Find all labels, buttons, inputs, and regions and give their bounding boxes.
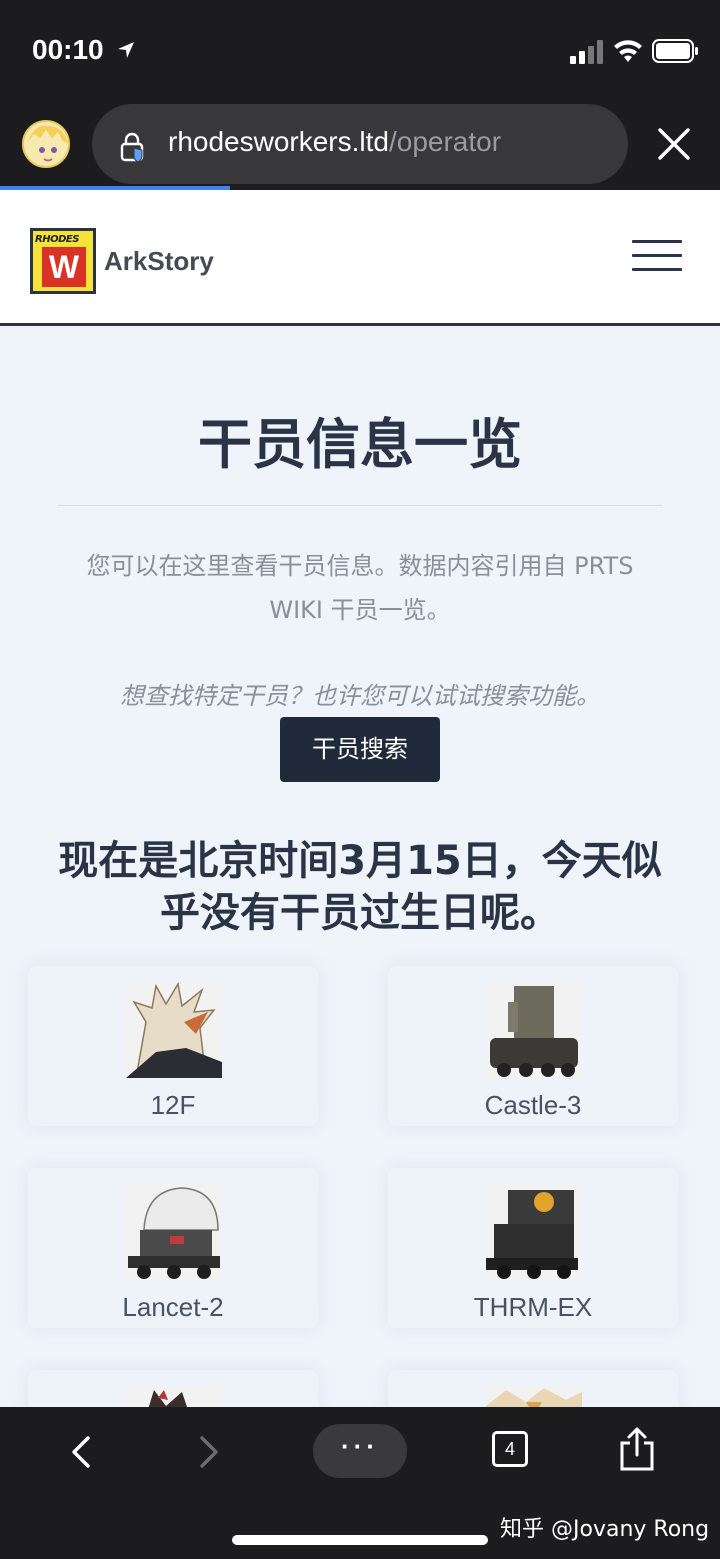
site-logo[interactable]: RHODES W bbox=[30, 228, 96, 294]
avatar-face-icon bbox=[24, 122, 68, 166]
operator-portrait bbox=[486, 1386, 582, 1407]
operator-card[interactable] bbox=[28, 1370, 318, 1407]
title-divider bbox=[58, 505, 662, 506]
back-arrow-icon[interactable] bbox=[68, 1435, 94, 1469]
operator-name: Castle-3 bbox=[484, 1090, 582, 1120]
profile-avatar[interactable] bbox=[22, 120, 70, 168]
secure-lock-icon bbox=[120, 132, 144, 162]
status-bar: 00:10 bbox=[0, 0, 720, 100]
url-path: /operator bbox=[388, 126, 502, 157]
home-indicator bbox=[232, 1535, 488, 1545]
operator-card[interactable]: 12F bbox=[28, 966, 318, 1126]
birthday-notice: 现在是北京时间3月15日，今天似乎没有干员过生日呢。 bbox=[58, 838, 662, 936]
location-arrow-icon bbox=[118, 42, 134, 58]
browser-toolbar: ··· 4 知乎 @Jovany Rong bbox=[0, 1407, 720, 1559]
address-bar[interactable]: rhodesworkers.ltd/operator bbox=[92, 104, 628, 184]
operator-name: THRM-EX bbox=[473, 1292, 593, 1322]
close-icon[interactable] bbox=[656, 126, 692, 162]
site-brand[interactable]: ArkStory bbox=[104, 246, 214, 277]
operator-card[interactable]: Lancet-2 bbox=[28, 1168, 318, 1328]
status-time: 00:10 bbox=[32, 34, 104, 65]
watermark-text: 知乎 @Jovany Rong bbox=[500, 1517, 710, 1542]
operator-card[interactable]: Castle-3 bbox=[388, 966, 678, 1126]
web-page-viewport[interactable]: RHODES W ArkStory 干员信息一览 您可以在这里查看干员信息。数据… bbox=[0, 190, 720, 1407]
operator-card[interactable] bbox=[388, 1370, 678, 1407]
browser-url-row: rhodesworkers.ltd/operator bbox=[0, 100, 720, 188]
tab-count-button[interactable]: 4 bbox=[492, 1431, 528, 1467]
operator-portrait bbox=[126, 1386, 222, 1407]
operator-search-button[interactable]: 干员搜索 bbox=[280, 717, 440, 782]
operator-name: Lancet-2 bbox=[122, 1292, 224, 1322]
logo-small-text: RHODES bbox=[35, 234, 79, 245]
url-text: rhodesworkers.ltd/operator bbox=[168, 126, 501, 158]
search-hint: 想查找特定干员？也许您可以试试搜索功能。 bbox=[120, 682, 600, 710]
operator-card[interactable]: THRM-EX bbox=[388, 1168, 678, 1328]
forward-arrow-icon[interactable] bbox=[196, 1435, 222, 1469]
logo-letter: W bbox=[42, 247, 86, 287]
battery-icon bbox=[652, 39, 698, 63]
operator-name: 12F bbox=[150, 1090, 196, 1120]
more-options-button[interactable]: ··· bbox=[313, 1424, 407, 1478]
wifi-icon bbox=[614, 40, 642, 62]
site-header: RHODES W ArkStory bbox=[0, 190, 720, 326]
page-title: 干员信息一览 bbox=[198, 413, 522, 476]
share-icon[interactable] bbox=[618, 1427, 656, 1471]
operator-portrait-castle-3 bbox=[486, 982, 582, 1078]
operator-portrait-lancet-2 bbox=[126, 1184, 222, 1280]
operator-portrait-thrm-ex bbox=[486, 1184, 582, 1280]
hamburger-menu-icon[interactable] bbox=[632, 240, 682, 276]
page-description: 您可以在这里查看干员信息。数据内容引用自 PRTS WIKI 干员一览。 bbox=[86, 552, 634, 624]
url-domain: rhodesworkers.ltd bbox=[168, 126, 389, 157]
operator-portrait-12f bbox=[126, 982, 222, 1078]
cellular-signal-icon bbox=[570, 40, 603, 64]
